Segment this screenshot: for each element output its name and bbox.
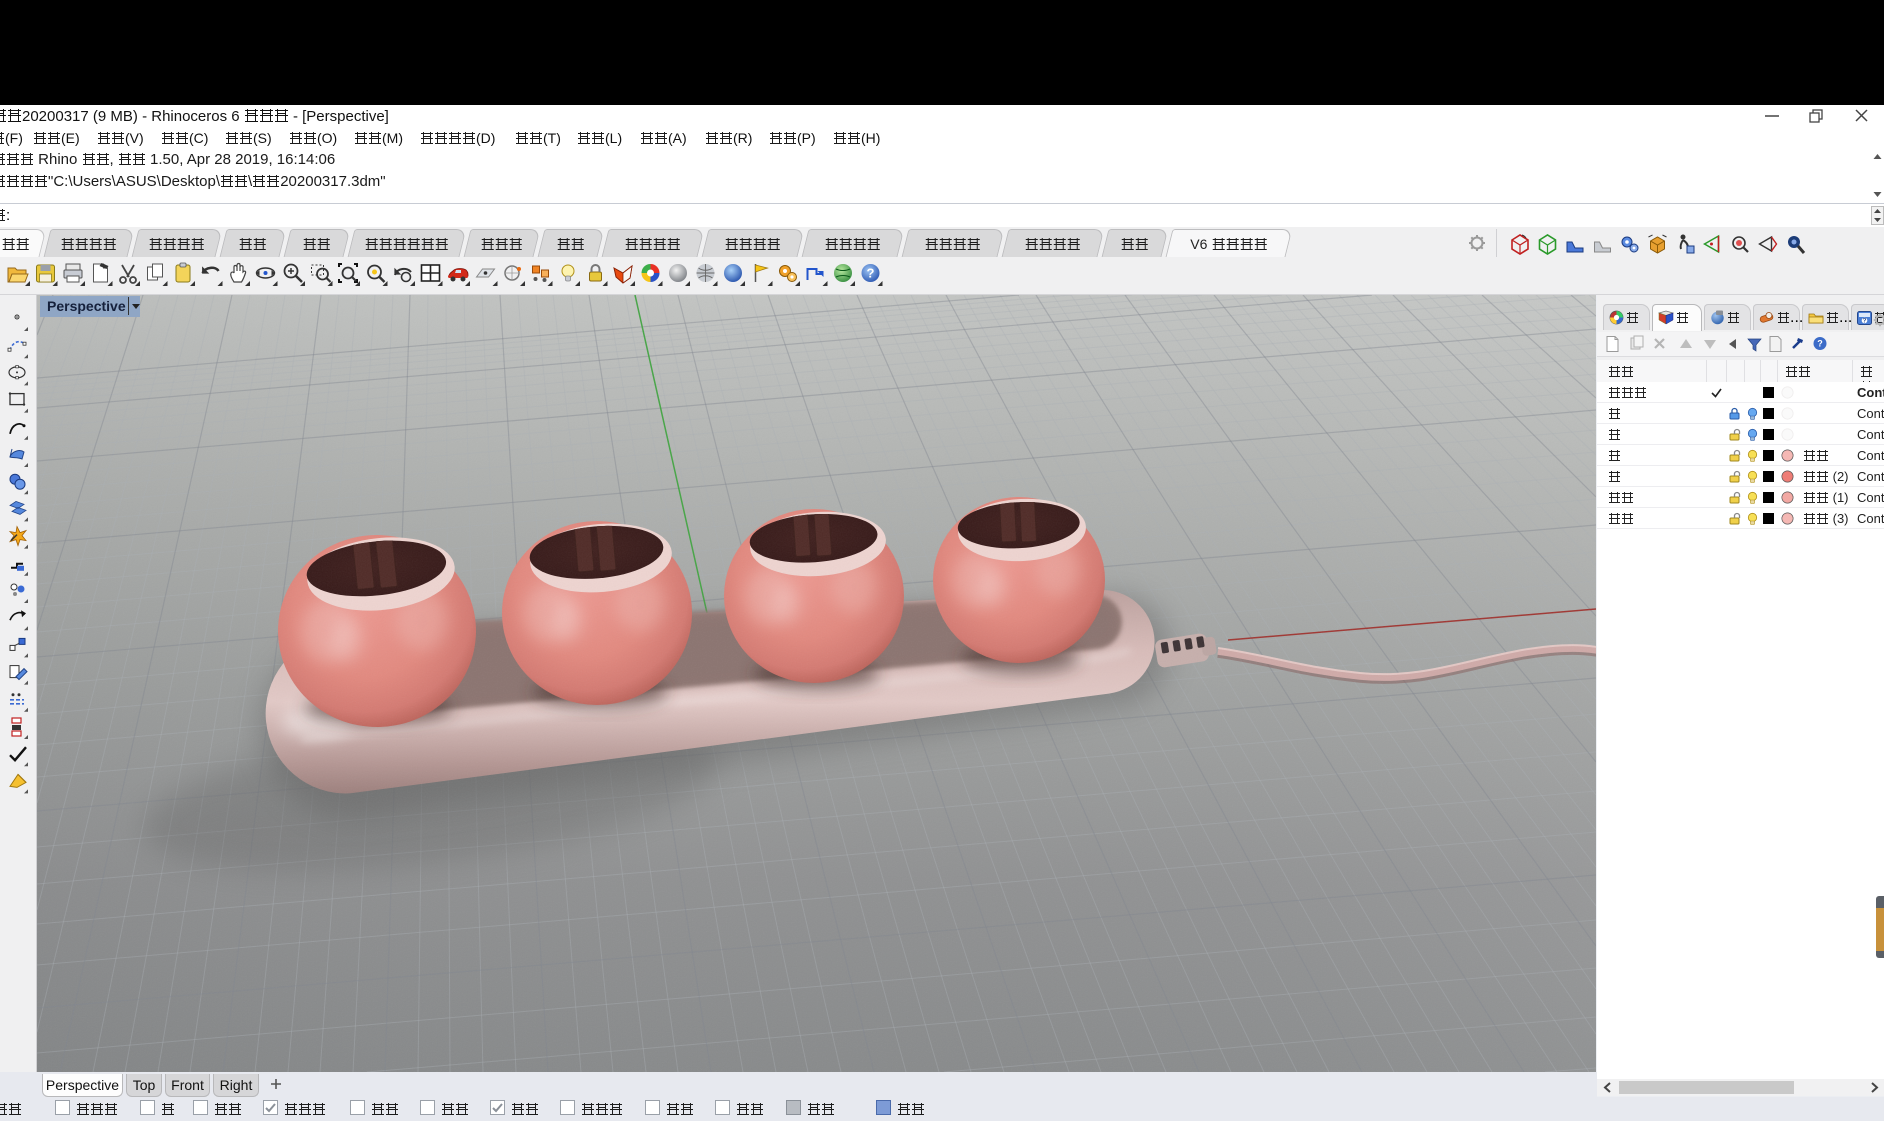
- svg-text:?: ?: [1817, 339, 1823, 349]
- svg-text:?: ?: [1863, 318, 1867, 325]
- svg-text:?: ?: [867, 266, 875, 281]
